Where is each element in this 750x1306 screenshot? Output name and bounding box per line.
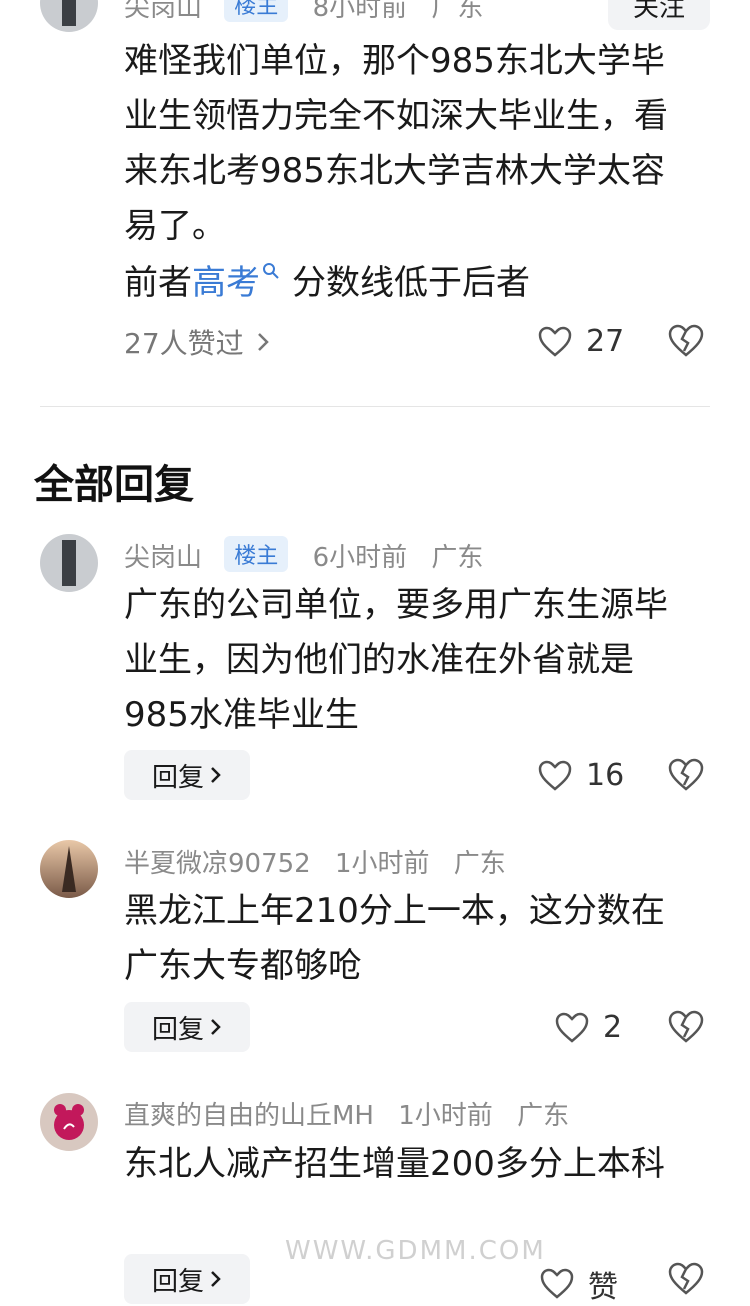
follow-button[interactable]: 关注 [608, 0, 710, 30]
reply-button[interactable]: 回复 [124, 1254, 250, 1304]
text-suffix: 分数线低于后者 [292, 263, 530, 303]
reply-label: 回复 [151, 762, 204, 793]
comment-meta: 尖岗山 楼主 8小时前 广东 [124, 0, 483, 24]
like-button[interactable]: 2 [555, 1010, 622, 1045]
reply-label: 回复 [151, 1014, 204, 1045]
chevron-right-icon [257, 333, 269, 351]
like-count: 2 [603, 1010, 623, 1045]
search-link-label: 高考 [192, 263, 260, 303]
like-button[interactable]: 16 [538, 758, 624, 793]
chevron-right-icon [211, 1019, 221, 1035]
comment-meta: 尖岗山 楼主 6小时前 广东 [124, 536, 483, 574]
chevron-right-icon [211, 1271, 221, 1287]
like-count: 16 [586, 758, 625, 793]
comment-text: 黑龙江上年210分上一本，这分数在广东大专都够呛 [124, 891, 665, 986]
avatar[interactable] [40, 840, 98, 898]
comment-text: 东北人减产招生增量200多分上本科 [124, 1144, 665, 1184]
follow-label: 关注 [632, 0, 685, 23]
like-button[interactable]: 赞 [540, 1262, 618, 1306]
broken-heart-icon [668, 324, 704, 357]
post-time: 1小时前 [334, 849, 430, 879]
liked-by-link[interactable]: 27人赞过 [124, 322, 270, 362]
op-badge: 楼主 [224, 0, 289, 22]
dislike-button[interactable] [668, 324, 704, 360]
broken-heart-icon [668, 1262, 704, 1295]
comment-paragraph-2: 前者高考 分数线低于后者 [124, 256, 694, 311]
avatar[interactable] [40, 534, 98, 592]
reply-label: 回复 [151, 1266, 204, 1297]
comment-paragraph: 难怪我们单位，那个985东北大学毕业生领悟力完全不如深大毕业生，看来东北考985… [124, 41, 668, 246]
dislike-button[interactable] [668, 758, 704, 794]
heart-icon [540, 1268, 574, 1299]
chevron-right-icon [211, 767, 221, 783]
post-time: 1小时前 [398, 1101, 493, 1131]
broken-heart-icon [668, 758, 704, 791]
heart-icon [538, 760, 572, 791]
avatar[interactable] [40, 1093, 98, 1151]
author-name[interactable]: 直爽的自由的山丘MH [124, 1101, 374, 1131]
op-badge: 楼主 [224, 536, 289, 572]
comment-text: 难怪我们单位，那个985东北大学毕业生领悟力完全不如深大毕业生，看来东北考985… [124, 34, 694, 311]
post-location: 广东 [431, 543, 484, 573]
reply-button[interactable]: 回复 [124, 1002, 250, 1052]
post-time: 6小时前 [312, 543, 408, 573]
divider [40, 406, 710, 407]
author-name[interactable]: 半夏微凉90752 [124, 849, 311, 879]
section-title: 全部回复 [34, 462, 194, 508]
post-time: 8小时前 [312, 0, 408, 23]
author-name[interactable]: 尖岗山 [124, 0, 202, 23]
comment-text: 广东的公司单位，要多用广东生源毕业生，因为他们的水准在外省就是985水准毕业生 [124, 585, 668, 735]
like-button[interactable]: 27 [538, 324, 624, 359]
watermark: WWW.GDMM.COM [285, 1236, 546, 1266]
like-count: 赞 [588, 1270, 618, 1305]
heart-icon [538, 326, 572, 357]
dislike-button[interactable] [668, 1010, 704, 1046]
like-count: 27 [586, 324, 625, 359]
comment-meta: 半夏微凉90752 1小时前 广东 [124, 843, 506, 880]
reply-button[interactable]: 回复 [124, 750, 250, 800]
liked-by-label: 27人赞过 [124, 327, 244, 360]
broken-heart-icon [668, 1010, 704, 1043]
search-link[interactable]: 高考 [192, 263, 280, 303]
post-location: 广东 [517, 1101, 570, 1131]
heart-icon [555, 1012, 589, 1043]
comment-meta: 直爽的自由的山丘MH 1小时前 广东 [124, 1095, 569, 1132]
author-name[interactable]: 尖岗山 [124, 543, 202, 573]
dislike-button[interactable] [668, 1262, 704, 1298]
post-location: 广东 [453, 849, 506, 879]
text-prefix: 前者 [124, 263, 192, 303]
post-location: 广东 [431, 0, 484, 23]
search-icon [263, 263, 279, 279]
avatar[interactable] [40, 0, 98, 32]
